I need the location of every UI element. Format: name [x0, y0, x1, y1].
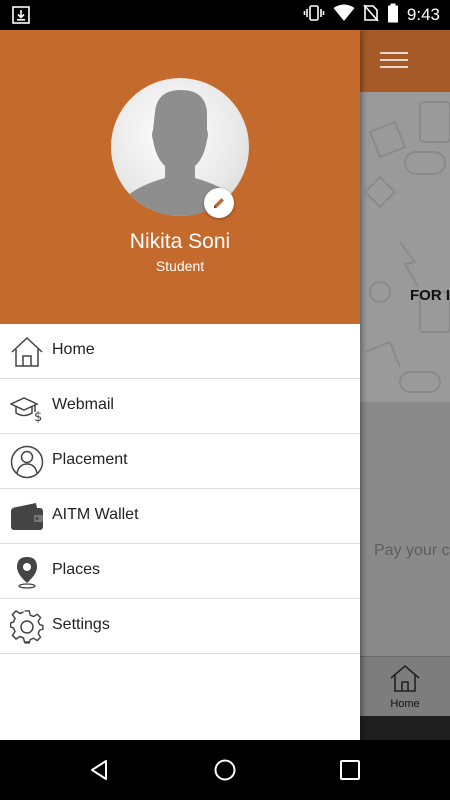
wifi-icon	[333, 4, 355, 27]
menu-item-webmail[interactable]: $ Webmail	[0, 379, 360, 434]
recents-icon[interactable]	[338, 758, 362, 782]
battery-icon	[387, 3, 399, 28]
menu-item-label: AITM Wallet	[52, 506, 139, 523]
bottom-nav-home[interactable]: Home	[385, 663, 425, 710]
user-name: Nikita Soni	[129, 230, 231, 253]
user-role: Student	[155, 258, 205, 274]
menu-item-home[interactable]: Home	[0, 324, 360, 379]
drawer-header: Nikita Soni Student	[0, 30, 360, 324]
pencil-icon	[214, 198, 224, 208]
menu-item-placement[interactable]: Placement	[0, 434, 360, 489]
pay-text: Pay your c	[374, 542, 450, 559]
navigation-drawer: Nikita Soni Student Home $ Webmail Place…	[0, 30, 360, 740]
status-bar: 9:43	[0, 0, 450, 30]
banner-text: FOR I	[410, 287, 450, 304]
gear-icon	[10, 610, 44, 644]
menu-item-label: Webmail	[52, 396, 114, 413]
system-nav-bar	[0, 740, 450, 800]
menu-item-label: Home	[52, 341, 95, 358]
home-icon	[10, 335, 44, 369]
graduation-cap-icon: $	[10, 390, 44, 424]
menu-item-places[interactable]: Places	[0, 544, 360, 599]
menu-item-label: Placement	[52, 451, 128, 468]
menu-item-settings[interactable]: Settings	[0, 599, 360, 654]
menu-item-label: Settings	[52, 616, 110, 633]
download-icon	[12, 6, 30, 24]
status-icons: 9:43	[303, 0, 440, 30]
menu-item-label: Places	[52, 561, 101, 578]
vibrate-icon	[303, 4, 325, 27]
back-icon[interactable]	[88, 758, 112, 782]
home-icon	[388, 664, 422, 697]
bottom-nav-home-label: Home	[390, 698, 420, 710]
person-circle-icon	[10, 445, 44, 479]
wallet-icon	[10, 500, 44, 534]
no-sim-icon	[363, 3, 379, 27]
edit-profile-button[interactable]	[204, 188, 234, 218]
drawer-menu: Home $ Webmail Placement AITM Wallet Pla…	[0, 324, 360, 654]
status-time: 9:43	[406, 5, 440, 24]
location-pin-icon	[10, 555, 44, 589]
menu-item-aitm-wallet[interactable]: AITM Wallet	[0, 489, 360, 544]
home-circle-icon[interactable]	[213, 758, 237, 782]
hamburger-icon[interactable]	[380, 52, 408, 70]
svg-text:$: $	[34, 410, 42, 424]
